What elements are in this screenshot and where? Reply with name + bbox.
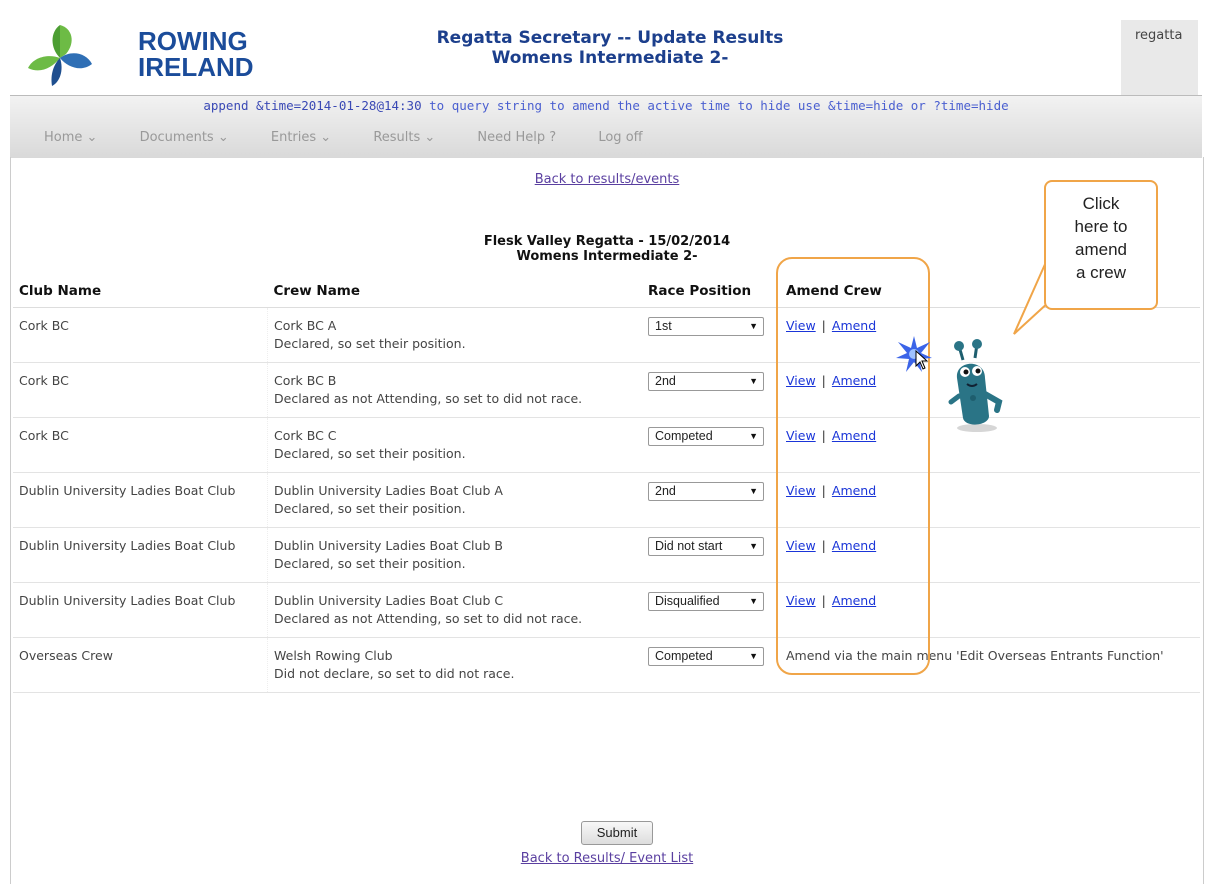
rowing-ireland-logo <box>28 25 92 86</box>
position-value: Disqualified <box>655 594 720 608</box>
brand-line-2: IRELAND <box>138 52 254 82</box>
table-row: Dublin University Ladies Boat Club Dubli… <box>13 472 1200 528</box>
crew-name: Cork BC B <box>274 373 337 388</box>
position-value: Competed <box>655 649 713 663</box>
crew-cell: Dublin University Ladies Boat Club B Decl… <box>267 527 642 583</box>
table-row: Overseas Crew Welsh Rowing Club Did not d… <box>13 637 1200 693</box>
crew-note: Declared as not Attending, so set to did… <box>274 391 583 406</box>
mascot-icon <box>948 339 1003 432</box>
amend-column-highlight <box>776 257 930 675</box>
col-crew-name: Crew Name <box>267 275 642 308</box>
crew-cell: Welsh Rowing Club Did not declare, so set… <box>267 637 642 693</box>
position-select[interactable]: Competed ▼ <box>648 427 764 446</box>
menu-need-help[interactable]: Need Help ? <box>477 130 556 145</box>
crew-cell: Dublin University Ladies Boat Club C Decl… <box>267 582 642 638</box>
callout-line: Click <box>1082 194 1120 213</box>
callout-line: a crew <box>1075 263 1127 282</box>
page-title-line-2: Womens Intermediate 2- <box>491 48 729 68</box>
position-select[interactable]: 2nd ▼ <box>648 482 764 501</box>
crew-name: Dublin University Ladies Boat Club B <box>274 538 503 553</box>
page-title-line-1: Regatta Secretary -- Update Results <box>436 28 784 48</box>
mouse-cursor-icon <box>915 350 929 370</box>
position-value: 2nd <box>655 484 676 498</box>
club-cell: Cork BC <box>13 362 268 418</box>
dropdown-arrow-icon: ▼ <box>749 541 758 551</box>
crew-note: Did not declare, so set to did not race. <box>274 666 515 681</box>
crew-note: Declared, so set their position. <box>274 446 466 461</box>
position-cell: Competed ▼ <box>642 637 780 693</box>
notice-code-2: &time=hide or ?time=hide <box>828 98 1009 113</box>
crew-note: Declared, so set their position. <box>274 501 466 516</box>
club-cell: Dublin University Ladies Boat Club <box>13 582 268 638</box>
menu-documents[interactable]: Documents ⌄ <box>140 130 229 145</box>
crew-note: Declared as not Attending, so set to did… <box>274 611 583 626</box>
dropdown-arrow-icon: ▼ <box>749 486 758 496</box>
club-cell: Overseas Crew <box>13 637 268 693</box>
brand-line-1: ROWING <box>138 26 248 56</box>
page-title: Regatta Secretary -- Update Results Wome… <box>340 28 880 68</box>
position-value: 2nd <box>655 374 676 388</box>
crew-name: Dublin University Ladies Boat Club C <box>274 593 504 608</box>
main-menu: Home ⌄ Documents ⌄ Entries ⌄ Results ⌄ N… <box>44 130 681 145</box>
callout-line: amend <box>1075 240 1127 259</box>
menu-results[interactable]: Results ⌄ <box>373 130 435 145</box>
dropdown-arrow-icon: ▼ <box>749 321 758 331</box>
club-cell: Cork BC <box>13 307 268 363</box>
notice-code-1: append &time=2014-01-28@14:30 <box>203 98 422 113</box>
col-race-position: Race Position <box>642 275 780 308</box>
position-cell: Disqualified ▼ <box>642 582 780 638</box>
menu-entries[interactable]: Entries ⌄ <box>271 130 331 145</box>
position-cell: Did not start ▼ <box>642 527 780 583</box>
time-notice: append &time=2014-01-28@14:30 to query s… <box>10 98 1202 113</box>
back-to-results-link[interactable]: Back to results/events <box>535 172 680 187</box>
position-select[interactable]: Did not start ▼ <box>648 537 764 556</box>
position-select[interactable]: 2nd ▼ <box>648 372 764 391</box>
event-title-line-1: Flesk Valley Regatta - 15/02/2014 <box>483 234 731 249</box>
position-cell: 1st ▼ <box>642 307 780 363</box>
crew-name: Welsh Rowing Club <box>274 648 393 663</box>
crew-name: Cork BC C <box>274 428 337 443</box>
notice-text: to query string to amend the active time… <box>421 98 828 113</box>
menu-log-off[interactable]: Log off <box>598 130 642 145</box>
menu-home[interactable]: Home ⌄ <box>44 130 97 145</box>
position-value: 1st <box>655 319 672 333</box>
dropdown-arrow-icon: ▼ <box>749 431 758 441</box>
position-value: Competed <box>655 429 713 443</box>
club-cell: Dublin University Ladies Boat Club <box>13 472 268 528</box>
table-row: Cork BC Cork BC B Declared as not Attendi… <box>13 362 1200 418</box>
crew-cell: Cork BC B Declared as not Attending, so s… <box>267 362 642 418</box>
crew-name: Cork BC A <box>274 318 337 333</box>
crew-name: Dublin University Ladies Boat Club A <box>274 483 503 498</box>
dropdown-arrow-icon: ▼ <box>749 651 758 661</box>
position-select[interactable]: 1st ▼ <box>648 317 764 336</box>
club-cell: Dublin University Ladies Boat Club <box>13 527 268 583</box>
crew-cell: Cork BC C Declared, so set their position… <box>267 417 642 473</box>
help-callout: Click here to amend a crew <box>1044 180 1158 310</box>
back-to-event-list: Back to Results/ Event List <box>11 851 1203 866</box>
position-select[interactable]: Disqualified ▼ <box>648 592 764 611</box>
user-badge[interactable]: regatta <box>1121 20 1198 104</box>
position-cell: 2nd ▼ <box>642 472 780 528</box>
crew-note: Declared, so set their position. <box>274 556 466 571</box>
table-row: Dublin University Ladies Boat Club Dubli… <box>13 582 1200 638</box>
col-club-name: Club Name <box>13 275 268 308</box>
table-row: Cork BC Cork BC C Declared, so set their … <box>13 417 1200 473</box>
back-to-results-top: Back to results/events <box>11 172 1203 187</box>
position-cell: 2nd ▼ <box>642 362 780 418</box>
dropdown-arrow-icon: ▼ <box>749 596 758 606</box>
dropdown-arrow-icon: ▼ <box>749 376 758 386</box>
crew-cell: Cork BC A Declared, so set their position… <box>267 307 642 363</box>
callout-line: here to <box>1074 217 1128 236</box>
navbar: append &time=2014-01-28@14:30 to query s… <box>10 95 1202 158</box>
submit-button[interactable]: Submit <box>581 821 653 845</box>
position-cell: Competed ▼ <box>642 417 780 473</box>
position-value: Did not start <box>655 539 723 553</box>
crew-cell: Dublin University Ladies Boat Club A Decl… <box>267 472 642 528</box>
position-select[interactable]: Competed ▼ <box>648 647 764 666</box>
crew-note: Declared, so set their position. <box>274 336 466 351</box>
header: ROWING IRELAND Regatta Secretary -- Upda… <box>10 10 1202 104</box>
table-row: Dublin University Ladies Boat Club Dubli… <box>13 527 1200 583</box>
back-to-event-list-link[interactable]: Back to Results/ Event List <box>521 851 693 866</box>
club-cell: Cork BC <box>13 417 268 473</box>
